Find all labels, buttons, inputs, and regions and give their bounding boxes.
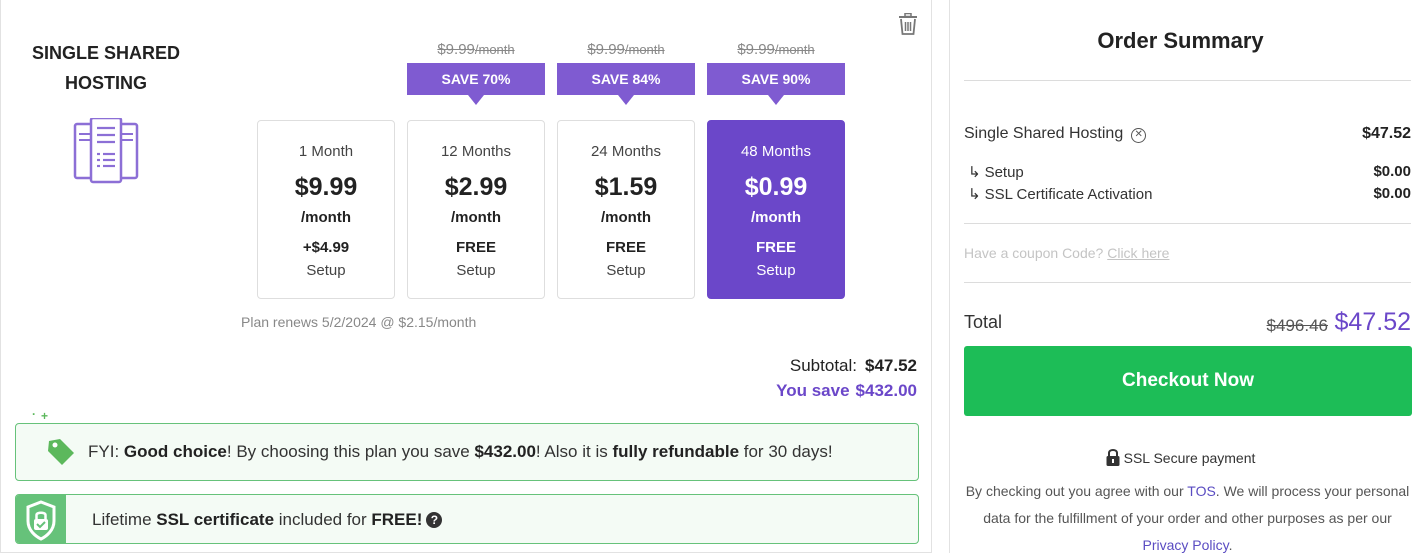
total-value: $47.52 <box>1334 308 1411 336</box>
coupon-prompt: Have a coupon Code? Click here <box>964 245 1170 261</box>
summary-sub-item-ssl: ↳ SSL Certificate Activation $0.00 <box>968 185 1411 203</box>
plan-per: /month <box>451 209 501 226</box>
server-icon <box>73 118 139 184</box>
subtotal: Subtotal: $47.52 <box>789 356 917 375</box>
original-price-24: $9.99/month <box>587 41 665 58</box>
plan-term: 48 Months <box>740 143 812 160</box>
plan-card-48-months[interactable]: 48 Months $0.99 /month FREE Setup <box>707 120 845 299</box>
plan-setup-label: Setup <box>606 262 646 279</box>
order-summary-panel: Order Summary Single Shared Hosting ✕ $47… <box>949 0 1418 553</box>
shield-lock-icon <box>26 500 56 541</box>
privacy-policy-link[interactable]: Privacy Policy <box>1143 537 1229 553</box>
original-price-12: $9.99/month <box>437 41 515 58</box>
plan-price: $9.99 <box>294 173 358 201</box>
coupon-link[interactable]: Click here <box>1107 245 1169 261</box>
plan-per: /month <box>601 209 651 226</box>
plan-term: 1 Month <box>298 143 354 160</box>
tos-link[interactable]: TOS <box>1187 483 1216 499</box>
secure-payment: SSL Secure payment <box>950 448 1411 466</box>
lock-icon <box>1106 449 1120 466</box>
plan-term: 24 Months <box>590 143 662 160</box>
price-tag-icon <box>48 439 74 465</box>
plan-term: 12 Months <box>440 143 512 160</box>
sparkle-icon: + <box>41 409 49 423</box>
fyi-notice: FYI: Good choice! By choosing this plan … <box>15 423 919 481</box>
ssl-notice: Lifetime SSL certificate included for FR… <box>15 494 919 544</box>
plan-card-12-months[interactable]: 12 Months $2.99 /month FREE Setup <box>407 120 545 299</box>
summary-item: Single Shared Hosting ✕ $47.52 <box>964 125 1411 143</box>
sub-item-value: $0.00 <box>1373 163 1411 180</box>
fyi-text: FYI: Good choice! By choosing this plan … <box>88 442 833 461</box>
plan-per: /month <box>751 209 801 226</box>
plan-price: $0.99 <box>744 173 808 201</box>
sub-arrow-icon: ↳ <box>968 164 981 181</box>
secure-text: SSL Secure payment <box>1123 450 1256 466</box>
product-title: SINGLE SHARED HOSTING <box>31 43 181 93</box>
order-summary-title: Order Summary <box>1097 28 1264 53</box>
plan-price: $1.59 <box>594 173 658 201</box>
summary-item-value: $47.52 <box>1362 125 1411 142</box>
cart-item-panel: SINGLE SHARED HOSTING $9.99/month SAVE 7… <box>0 0 932 553</box>
total-original: $496.46 <box>1266 316 1328 335</box>
original-price-48: $9.99/month <box>737 41 815 58</box>
plan-setup-value: +$4.99 <box>302 239 350 256</box>
terms-text: By checking out you agree with our TOS. … <box>965 483 1410 553</box>
checkout-button[interactable]: Checkout Now <box>964 346 1412 416</box>
save-badge-12: SAVE 70% <box>407 63 545 105</box>
remove-icon[interactable]: ✕ <box>1131 128 1147 143</box>
plan-card-1-month[interactable]: 1 Month $9.99 /month +$4.99 Setup <box>257 120 395 299</box>
sub-item-label: SSL Certificate Activation <box>984 186 1153 203</box>
total-label: Total <box>964 312 1003 332</box>
sub-item-value: $0.00 <box>1373 185 1411 202</box>
plan-setup-value: FREE <box>455 239 496 256</box>
plan-card-24-months[interactable]: 24 Months $1.59 /month FREE Setup <box>557 120 695 299</box>
sub-item-label: Setup <box>984 164 1024 181</box>
help-icon[interactable]: ? <box>426 512 443 528</box>
plan-price: $2.99 <box>444 173 508 201</box>
summary-sub-item-setup: ↳ Setup $0.00 <box>968 163 1411 181</box>
ssl-text: Lifetime SSL certificate included for FR… <box>92 510 443 530</box>
plan-setup-label: Setup <box>456 262 496 279</box>
renewal-note: Plan renews 5/2/2024 @ $2.15/month <box>241 314 477 330</box>
save-badge-24: SAVE 84% <box>557 63 695 105</box>
save-badge-48: SAVE 90% <box>707 63 845 105</box>
divider <box>964 223 1411 224</box>
trash-icon[interactable] <box>898 13 918 35</box>
plan-setup-label: Setup <box>756 262 796 279</box>
ssl-badge <box>16 495 66 543</box>
you-save: You save $432.00 <box>776 381 917 400</box>
plan-setup-value: FREE <box>605 239 646 256</box>
plan-per: /month <box>301 209 351 226</box>
plan-setup-label: Setup <box>306 262 346 279</box>
sub-arrow-icon: ↳ <box>968 186 981 203</box>
plan-setup-value: FREE <box>755 239 796 256</box>
summary-item-label: Single Shared Hosting <box>964 125 1124 142</box>
divider <box>964 80 1411 81</box>
sparkle-icon: · <box>32 407 36 421</box>
divider <box>964 282 1411 283</box>
